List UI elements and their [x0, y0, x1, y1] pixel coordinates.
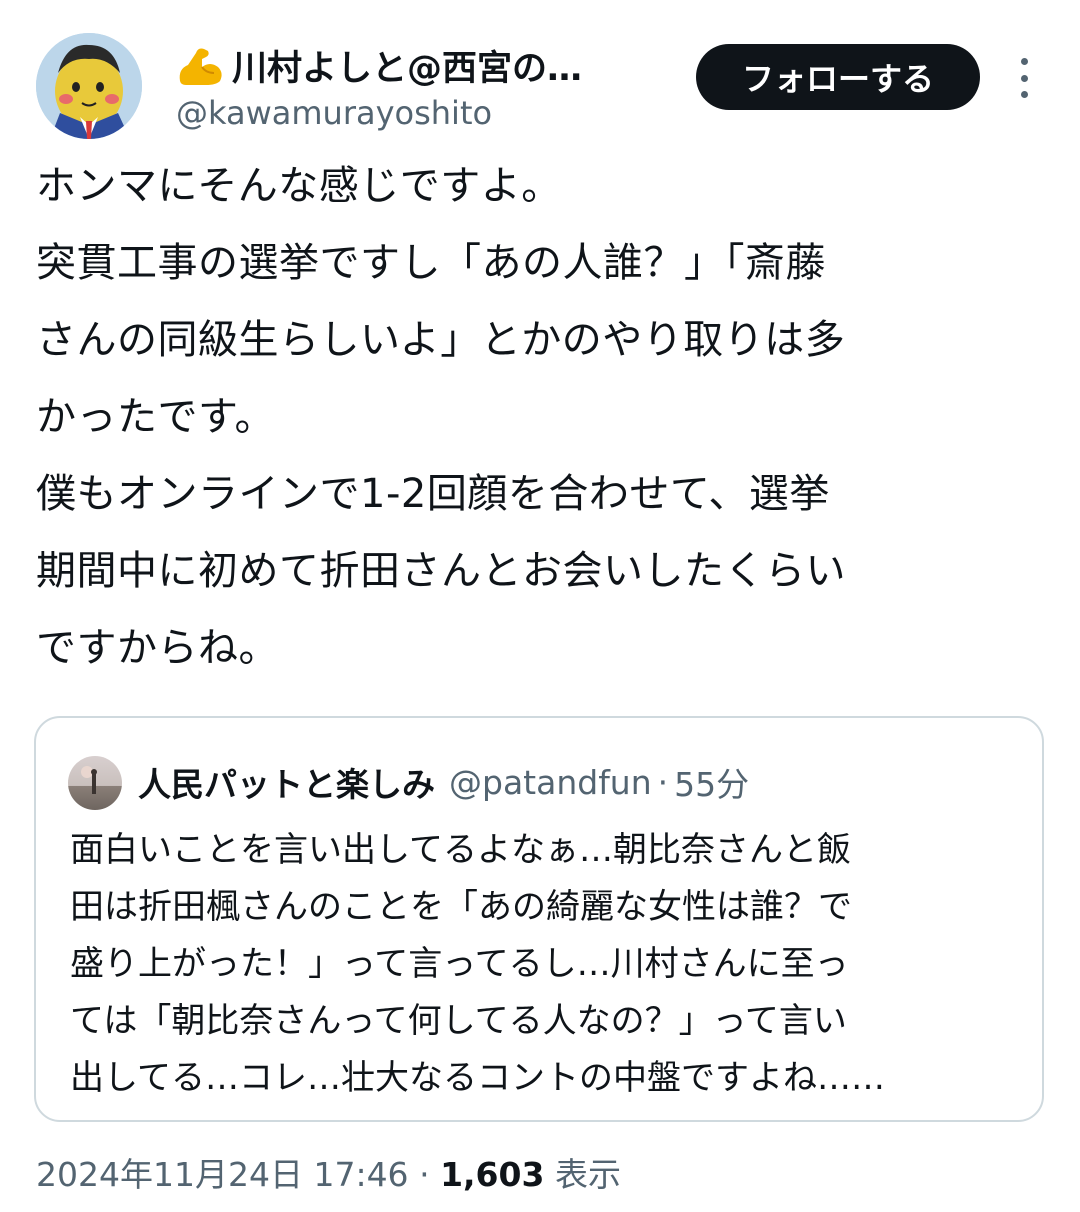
- quoted-line: 面白いことを言い出してるよなぁ…朝比奈さんと飯: [70, 830, 851, 870]
- view-label: 表示: [554, 1155, 621, 1194]
- more-dot: [1020, 58, 1028, 65]
- tweet-meta: 2024年11月24日 17:46 · 1,603 表示: [36, 1148, 621, 1196]
- separator-dot: ·: [419, 1155, 430, 1194]
- quoted-tweet-card[interactable]: 人民パットと楽しみ @patandfun · 55分 面白いことを言い出してるよ…: [34, 716, 1044, 1122]
- quoted-text: 面白いことを言い出してるよなぁ…朝比奈さんと飯 田は折田楓さんのことを「あの綺麗…: [70, 822, 1030, 1107]
- tweet-line: ホンマにそんな感じですよ。: [36, 163, 562, 209]
- more-dot: [1020, 74, 1028, 82]
- quoted-timestamp: 55分: [674, 765, 750, 804]
- tweet-line: 僕もオンラインで1-2回顔を合わせて、選挙: [36, 471, 830, 517]
- more-dot: [1020, 91, 1028, 98]
- quoted-header: 人民パットと楽しみ @patandfun · 55分: [138, 754, 749, 810]
- more-options-icon[interactable]: [1012, 58, 1036, 98]
- tweet-line: 突貫工事の選挙ですし「あの人誰？」「斎藤: [36, 240, 826, 286]
- separator-dot: ·: [657, 762, 669, 802]
- avatar-illustration: [36, 33, 142, 139]
- quoted-line: 盛り上がった！」って言ってるし…川村さんに至っ: [70, 944, 849, 984]
- quoted-line: ては「朝比奈さんって何してる人なの？」って言い: [70, 1001, 847, 1041]
- author-name: 川村よしと@西宮の…: [232, 48, 583, 89]
- tweet-line: さんの同級生らしいよ」とかのやり取りは多: [36, 317, 846, 363]
- quoted-author-name: 人民パットと楽しみ: [138, 765, 435, 804]
- author-avatar[interactable]: [36, 33, 142, 139]
- view-count: 1,603: [440, 1155, 545, 1194]
- author-handle[interactable]: @kawamurayoshito: [176, 94, 492, 132]
- author-name-row[interactable]: 川村よしと@西宮の…: [176, 40, 656, 90]
- tweet-text: ホンマにそんな感じですよ。 突貫工事の選挙ですし「あの人誰？」「斎藤 さんの同級…: [36, 148, 1046, 687]
- quoted-line: 出してる…コレ…壮大なるコントの中盤ですよね……: [70, 1058, 885, 1098]
- quoted-author-handle: @patandfun: [449, 762, 652, 802]
- tweet-line: 期間中に初めて折田さんとお会いしたくらい: [36, 548, 846, 594]
- quoted-author-avatar: [68, 756, 122, 810]
- tweet-timestamp[interactable]: 2024年11月24日 17:46: [36, 1155, 409, 1194]
- tweet-line: ですからね。: [36, 625, 279, 671]
- tweet-line: かったです。: [36, 394, 275, 440]
- avatar-photo: [81, 766, 97, 794]
- flexed-biceps-icon: [179, 48, 222, 85]
- follow-button[interactable]: フォローする: [696, 44, 980, 110]
- quoted-line: 田は折田楓さんのことを「あの綺麗な女性は誰？で: [70, 887, 852, 927]
